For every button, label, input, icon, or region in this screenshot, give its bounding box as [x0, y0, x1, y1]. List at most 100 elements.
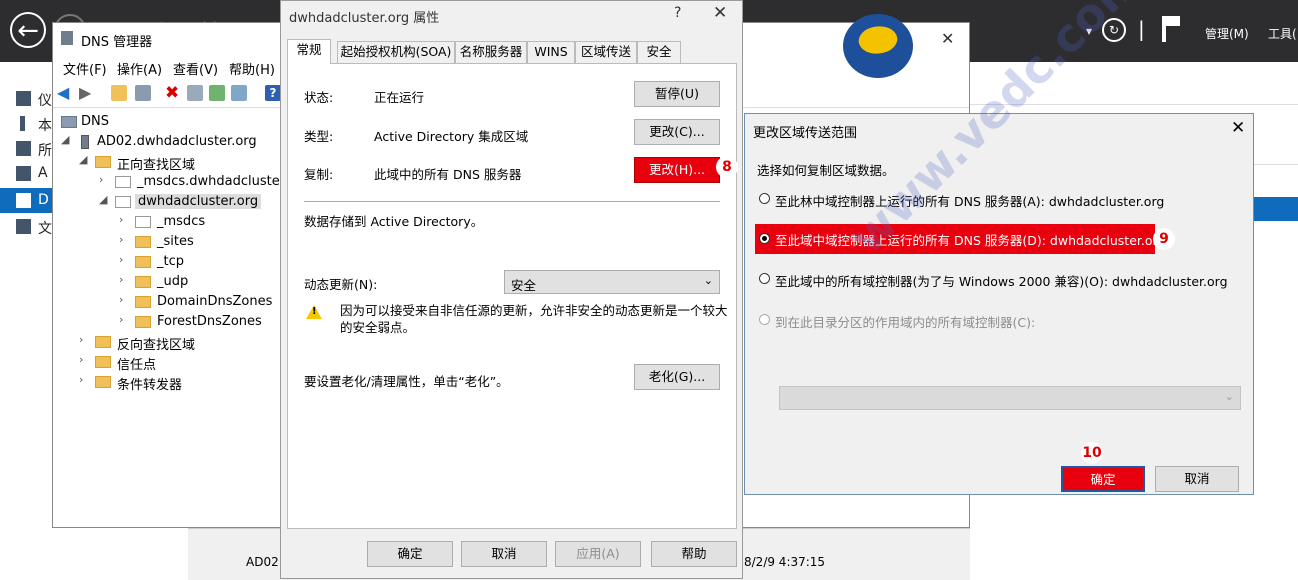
- export-icon[interactable]: [231, 85, 247, 101]
- radio-button[interactable]: [759, 273, 770, 284]
- expand-arrow-icon[interactable]: ›: [119, 233, 129, 246]
- watermark-logo: [843, 14, 913, 78]
- properties-icon[interactable]: [187, 85, 203, 101]
- tools-menu[interactable]: 工具(: [1268, 25, 1297, 42]
- back-icon[interactable]: ◀: [57, 85, 73, 101]
- radio-directory-partition[interactable]: 到在此目录分区的作用域内的所有域控制器(C):: [759, 311, 1239, 331]
- status-time: 8/2/9 4:37:15: [744, 555, 826, 569]
- menu-action[interactable]: 操作(A): [117, 59, 162, 78]
- refresh-icon[interactable]: [209, 85, 225, 101]
- all-servers-icon: [16, 141, 31, 156]
- apply-button[interactable]: 应用(A): [555, 541, 641, 567]
- menu-view[interactable]: 查看(V): [173, 59, 218, 78]
- expand-arrow-icon[interactable]: ›: [119, 313, 129, 326]
- close-icon[interactable]: ✕: [941, 29, 954, 48]
- dns-manager-icon: [61, 31, 73, 45]
- scope-ok-button[interactable]: 确定: [1061, 466, 1145, 492]
- expand-arrow-icon[interactable]: ›: [119, 293, 129, 306]
- radio-domain-dns-servers[interactable]: 至此域中域控制器上运行的所有 DNS 服务器(D): dwhdadcluster…: [755, 224, 1165, 254]
- menu-help[interactable]: 帮助(H): [229, 59, 275, 78]
- menu-file[interactable]: 文件(F): [63, 59, 107, 78]
- aging-text: 要设置老化/清理属性，单击“老化”。: [304, 374, 509, 389]
- folder-icon: [95, 376, 111, 388]
- sidebar-item-dns[interactable]: D: [0, 188, 52, 213]
- server-manager-sidebar: 仪 本 所 A D 文: [0, 62, 52, 579]
- chevron-down-icon: ⌄: [1224, 390, 1234, 403]
- tab-name-servers[interactable]: 名称服务器: [455, 41, 527, 63]
- close-icon[interactable]: ✕: [1231, 118, 1245, 138]
- up-folder-icon[interactable]: [111, 85, 127, 101]
- cancel-button[interactable]: 取消: [461, 541, 547, 567]
- close-icon[interactable]: ✕: [713, 3, 727, 23]
- replication-label: 复制:: [304, 167, 334, 182]
- delete-icon[interactable]: ✖: [165, 85, 181, 102]
- sidebar-item-local-server[interactable]: 本: [0, 111, 52, 136]
- dns-root-icon: [61, 116, 77, 128]
- tree-item-label: _sites: [157, 234, 194, 249]
- tab-security[interactable]: 安全: [637, 41, 681, 63]
- expand-arrow-icon[interactable]: ›: [79, 373, 89, 386]
- replication-change-button[interactable]: 更改(H)...: [634, 157, 720, 183]
- local-server-icon: [20, 116, 25, 131]
- expand-arrow-icon[interactable]: ›: [119, 273, 129, 286]
- expand-arrow-icon[interactable]: ›: [119, 253, 129, 266]
- folder-icon: [135, 256, 151, 268]
- forward-icon[interactable]: ▶: [79, 85, 95, 101]
- tab-strip: 常规 起始授权机构(SOA) 名称服务器 WINS 区域传送 安全: [287, 39, 737, 64]
- status-label: 状态:: [304, 90, 334, 105]
- help-icon[interactable]: ?: [265, 85, 281, 101]
- tab-soa[interactable]: 起始授权机构(SOA): [337, 41, 455, 63]
- directory-partition-select[interactable]: ⌄: [779, 386, 1241, 410]
- divider: |: [1138, 17, 1145, 41]
- tree-item-label: 条件转发器: [117, 378, 183, 393]
- sidebar-item-file-services[interactable]: 文: [0, 214, 52, 239]
- status-value: 正在运行: [374, 90, 425, 105]
- tree-item-label: _msdcs: [157, 214, 206, 229]
- radio-button[interactable]: [759, 314, 770, 325]
- ok-button[interactable]: 确定: [367, 541, 453, 567]
- sidebar-item-label: 文: [38, 221, 52, 237]
- sidebar-item-all-servers[interactable]: 所: [0, 136, 52, 161]
- show-hide-tree-icon[interactable]: [135, 85, 151, 101]
- expand-arrow-icon[interactable]: ›: [99, 173, 109, 186]
- expand-arrow-icon[interactable]: ›: [79, 353, 89, 366]
- radio-button[interactable]: [759, 233, 770, 244]
- expand-arrow-icon[interactable]: ›: [79, 333, 89, 346]
- dynamic-update-value: 安全: [511, 278, 537, 293]
- warning-text: 因为可以接受来自非信任源的更新，允许非安全的动态更新是一个较大的安全弱点。: [340, 303, 728, 335]
- expand-arrow-icon[interactable]: ›: [119, 213, 129, 226]
- tab-wins[interactable]: WINS: [527, 41, 575, 63]
- dns-tree: DNS ◢ AD02.dwhdadcluster.org ◢ 正向查找区域 › …: [53, 109, 301, 529]
- sidebar-item-dashboard[interactable]: 仪: [0, 86, 52, 111]
- folder-icon: [95, 156, 111, 168]
- scope-cancel-button[interactable]: 取消: [1155, 466, 1239, 492]
- dynamic-update-select[interactable]: 安全 ⌄: [504, 270, 720, 294]
- zone-icon: [135, 216, 151, 228]
- radio-forest-dns-servers[interactable]: 至此林中域控制器上运行的所有 DNS 服务器(A): dwhdadcluster…: [759, 190, 1229, 210]
- zone-properties-dialog: dwhdadcluster.org 属性 ? ✕ 常规 起始授权机构(SOA) …: [280, 0, 743, 579]
- collapse-arrow-icon[interactable]: ◢: [79, 153, 89, 166]
- type-change-button[interactable]: 更改(C)...: [634, 119, 720, 145]
- collapse-arrow-icon[interactable]: ◢: [61, 133, 71, 146]
- type-value: Active Directory 集成区域: [374, 129, 529, 144]
- dialog-title: dwhdadcluster.org 属性: [289, 11, 440, 26]
- help-button[interactable]: 帮助: [651, 541, 737, 567]
- sidebar-item-label: A: [38, 165, 48, 181]
- zone-icon: [115, 196, 131, 208]
- manage-menu[interactable]: 管理(M): [1205, 25, 1249, 42]
- pause-button[interactable]: 暂停(U): [634, 81, 720, 107]
- tab-zone-transfers[interactable]: 区域传送: [575, 41, 637, 63]
- collapse-arrow-icon[interactable]: ◢: [99, 193, 109, 206]
- tree-item-label: dwhdadcluster.org: [135, 194, 262, 209]
- back-arrow-icon[interactable]: ←: [10, 12, 46, 48]
- folder-icon: [135, 236, 151, 248]
- sidebar-item-ad[interactable]: A: [0, 161, 52, 186]
- tab-general[interactable]: 常规: [287, 39, 331, 64]
- sidebar-item-label: 本: [38, 118, 52, 134]
- radio-domain-controllers-win2000[interactable]: 至此域中的所有域控制器(为了与 Windows 2000 兼容)(O): dwh…: [759, 270, 1239, 290]
- radio-button[interactable]: [759, 193, 770, 204]
- help-icon[interactable]: ?: [674, 5, 681, 21]
- aging-button[interactable]: 老化(G)...: [634, 364, 720, 390]
- tree-item-label: DNS: [81, 114, 109, 129]
- sidebar-item-label: 仪: [38, 93, 52, 109]
